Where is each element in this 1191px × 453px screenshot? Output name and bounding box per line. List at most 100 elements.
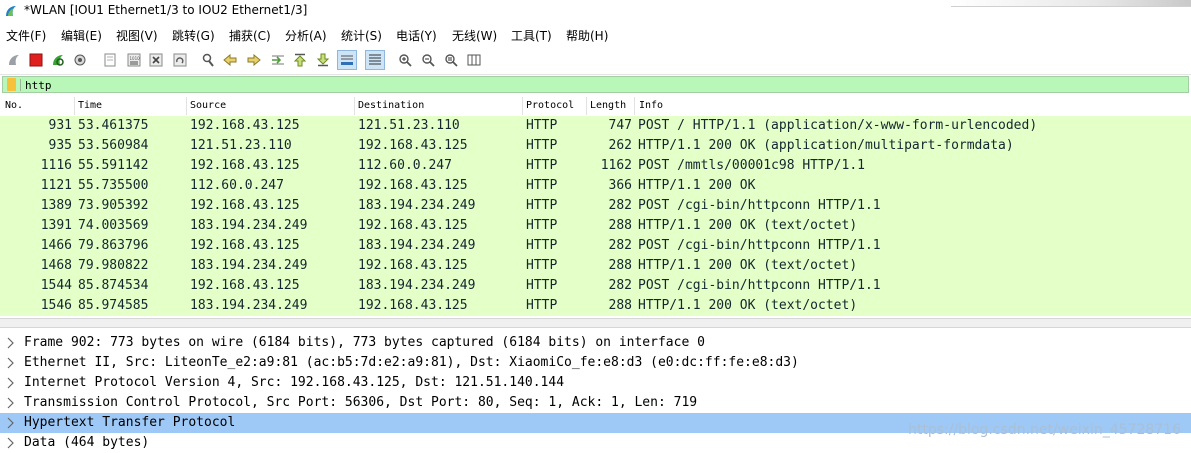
cell-length: 282 <box>608 278 632 293</box>
menu-tools[interactable]: 工具(T) <box>511 27 552 44</box>
zoom-in-icon[interactable] <box>395 50 415 70</box>
menu-edit[interactable]: 编辑(E) <box>61 27 102 44</box>
cell-destination: 183.194.234.249 <box>358 198 476 213</box>
cell-destination: 183.194.234.249 <box>358 278 476 293</box>
save-file-icon[interactable]: 1010 <box>124 50 144 70</box>
table-row[interactable]: 1466 79.863796 192.168.43.125 183.194.234.2… <box>0 236 1191 256</box>
cell-destination: 112.60.0.247 <box>358 158 452 173</box>
close-file-icon[interactable] <box>146 50 166 70</box>
stop-capture-icon[interactable] <box>26 50 46 70</box>
cell-time: 53.560984 <box>78 138 149 153</box>
colorize-icon[interactable] <box>365 50 385 70</box>
tree-item[interactable]: Frame 902: 773 bytes on wire (6184 bits)… <box>0 333 1191 353</box>
chevron-right-icon[interactable] <box>7 357 14 369</box>
table-row[interactable]: 1121 55.735500 112.60.0.247 192.168.43.125 H… <box>0 176 1191 196</box>
go-last-packet-icon[interactable] <box>313 50 333 70</box>
zoom-reset-icon[interactable] <box>441 50 461 70</box>
cell-destination: 192.168.43.125 <box>358 298 468 313</box>
cell-time: 85.974585 <box>78 298 149 313</box>
menu-view[interactable]: 视图(V) <box>116 27 158 44</box>
cell-info: POST /mmtls/00001c98 HTTP/1.1 <box>638 158 865 173</box>
window-title: *WLAN [IOU1 Ethernet1/3 to IOU2 Ethernet… <box>24 3 308 17</box>
menu-wireless[interactable]: 无线(W) <box>452 27 497 44</box>
column-separator[interactable] <box>522 97 523 115</box>
start-capture-icon[interactable] <box>4 50 24 70</box>
packet-list-header: No. Time Source Destination Protocol Len… <box>0 96 1191 117</box>
chevron-right-icon[interactable] <box>7 337 14 349</box>
chevron-right-icon[interactable] <box>7 437 14 449</box>
packet-list: No. Time Source Destination Protocol Len… <box>0 96 1191 318</box>
reload-file-icon[interactable] <box>170 50 190 70</box>
column-header-no[interactable]: No. <box>5 100 23 113</box>
cell-time: 79.863796 <box>78 238 149 253</box>
table-row[interactable]: 1389 73.905392 192.168.43.125 183.194.234.2… <box>0 196 1191 216</box>
bookmark-icon[interactable] <box>7 78 16 91</box>
cell-source: 192.168.43.125 <box>190 118 300 133</box>
cell-no: 1116 <box>40 158 72 173</box>
cell-source: 192.168.43.125 <box>190 158 300 173</box>
column-header-source[interactable]: Source <box>190 100 226 113</box>
go-first-packet-icon[interactable] <box>290 50 310 70</box>
column-separator[interactable] <box>354 97 355 115</box>
cell-protocol: HTTP <box>526 198 558 213</box>
table-row[interactable]: 1116 55.591142 192.168.43.125 112.60.0.247 H… <box>0 156 1191 176</box>
go-forward-icon[interactable] <box>244 50 264 70</box>
column-header-protocol[interactable]: Protocol <box>526 100 574 113</box>
table-row[interactable]: 1546 85.974585 183.194.234.249 192.168.43.1… <box>0 296 1191 316</box>
chevron-right-icon[interactable] <box>7 397 14 409</box>
autoscroll-icon[interactable] <box>337 50 357 70</box>
cell-no: 935 <box>48 138 72 153</box>
cell-source: 112.60.0.247 <box>190 178 284 193</box>
cell-destination: 192.168.43.125 <box>358 178 468 193</box>
cell-info: HTTP/1.1 200 OK (application/multipart-f… <box>638 138 1014 153</box>
wireshark-fin-icon <box>6 6 16 16</box>
tree-item[interactable]: Transmission Control Protocol, Src Port:… <box>0 393 1191 413</box>
menu-statistics[interactable]: 统计(S) <box>341 27 382 44</box>
title-bar: *WLAN [IOU1 Ethernet1/3 to IOU2 Ethernet… <box>0 0 1191 22</box>
table-row[interactable]: 935 53.560984 121.51.23.110 192.168.43.125 H… <box>0 136 1191 156</box>
table-row[interactable]: 1468 79.980822 183.194.234.249 192.168.43.1… <box>0 256 1191 276</box>
menu-file[interactable]: 文件(F) <box>6 27 46 44</box>
column-header-length[interactable]: Length <box>590 100 626 113</box>
restart-capture-icon[interactable] <box>48 50 68 70</box>
tree-item[interactable]: Internet Protocol Version 4, Src: 192.16… <box>0 373 1191 393</box>
chevron-right-icon[interactable] <box>7 377 14 389</box>
open-file-icon[interactable] <box>100 50 120 70</box>
display-filter-input[interactable] <box>25 78 1165 92</box>
cell-source: 192.168.43.125 <box>190 278 300 293</box>
go-to-packet-icon[interactable] <box>268 50 288 70</box>
go-back-icon[interactable] <box>220 50 240 70</box>
capture-options-icon[interactable] <box>70 50 90 70</box>
column-separator[interactable] <box>74 97 75 115</box>
column-header-time[interactable]: Time <box>78 100 102 113</box>
cell-time: 55.735500 <box>78 178 149 193</box>
tree-item-label: Hypertext Transfer Protocol <box>24 415 236 430</box>
menu-analyze[interactable]: 分析(A) <box>285 27 327 44</box>
column-separator[interactable] <box>186 97 187 115</box>
menu-bar: 文件(F) 编辑(E) 视图(V) 跳转(G) 捕获(C) 分析(A) 统计(S… <box>0 24 1191 46</box>
cell-info: POST /cgi-bin/httpconn HTTP/1.1 <box>638 238 881 253</box>
cell-source: 183.194.234.249 <box>190 298 308 313</box>
column-separator[interactable] <box>586 97 587 115</box>
find-packet-icon[interactable] <box>198 50 218 70</box>
cell-destination: 192.168.43.125 <box>358 258 468 273</box>
menu-capture[interactable]: 捕获(C) <box>229 27 271 44</box>
tree-item[interactable]: Ethernet II, Src: LiteonTe_e2:a9:81 (ac:… <box>0 353 1191 373</box>
column-header-destination[interactable]: Destination <box>358 100 424 113</box>
cell-time: 55.591142 <box>78 158 149 173</box>
column-header-info[interactable]: Info <box>639 100 663 113</box>
cell-length: 282 <box>608 238 632 253</box>
column-separator[interactable] <box>634 97 635 115</box>
zoom-out-icon[interactable] <box>418 50 438 70</box>
menu-help[interactable]: 帮助(H) <box>566 27 608 44</box>
chevron-right-icon[interactable] <box>7 417 14 429</box>
menu-go[interactable]: 跳转(G) <box>172 27 215 44</box>
table-row[interactable]: 931 53.461375 192.168.43.125 121.51.23.110 H… <box>0 116 1191 136</box>
resize-columns-icon[interactable] <box>464 50 484 70</box>
table-row[interactable]: 1391 74.003569 183.194.234.249 192.168.43.1… <box>0 216 1191 236</box>
menu-telephony[interactable]: 电话(Y) <box>396 27 437 44</box>
pane-splitter[interactable] <box>0 318 1191 328</box>
svg-text:1010: 1010 <box>130 56 141 61</box>
table-row[interactable]: 1544 85.874534 192.168.43.125 183.194.234.2… <box>0 276 1191 296</box>
cell-destination: 192.168.43.125 <box>358 218 468 233</box>
